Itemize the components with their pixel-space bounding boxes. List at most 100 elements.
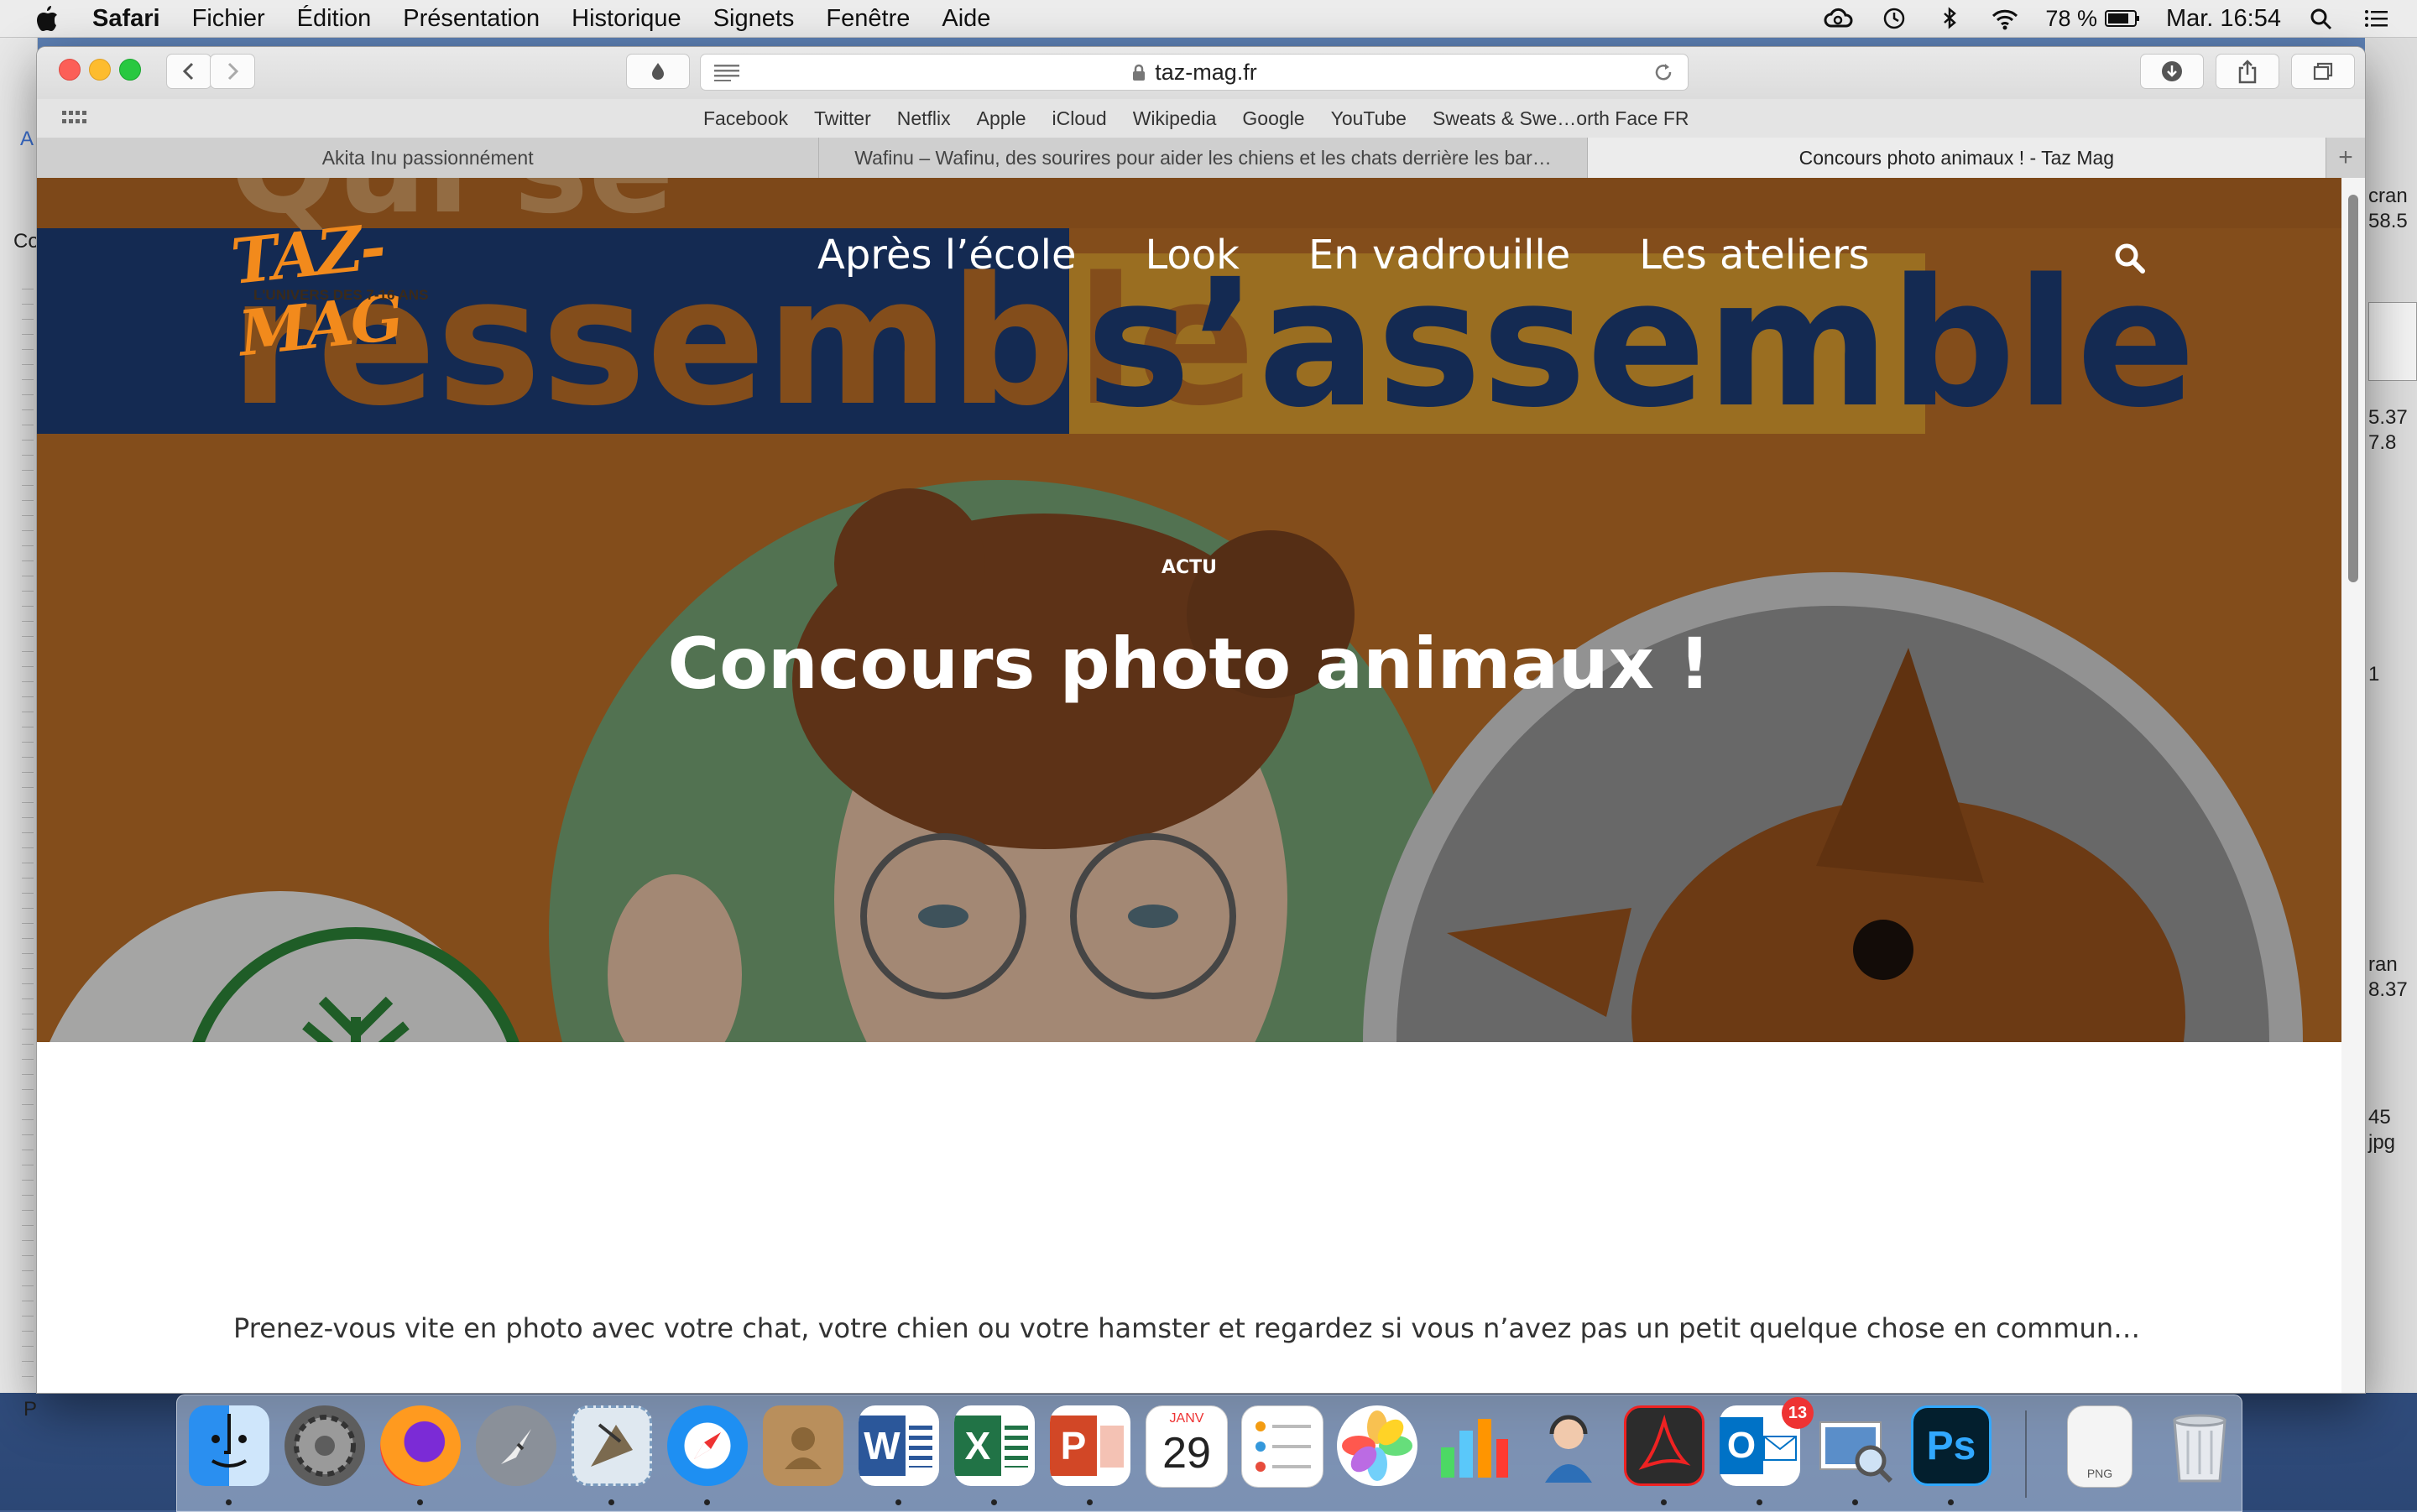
menu-edition[interactable]: Édition <box>297 5 372 33</box>
menubar-clock[interactable]: Mar. 16:54 <box>2166 5 2281 33</box>
bookmark-facebook[interactable]: Facebook <box>703 107 788 130</box>
reader-mode-icon[interactable] <box>714 63 739 81</box>
download-icon <box>2162 61 2182 81</box>
safari-icon[interactable] <box>667 1405 748 1486</box>
bookmark-youtube[interactable]: YouTube <box>1331 107 1407 130</box>
contacts-icon[interactable] <box>763 1405 843 1486</box>
ruler <box>22 289 34 1379</box>
finder-icon[interactable] <box>189 1405 269 1486</box>
search-icon[interactable] <box>2113 242 2147 275</box>
desktop-file-label[interactable]: 45 <box>2368 1106 2391 1129</box>
menu-presentation[interactable]: Présentation <box>403 5 540 33</box>
png-file-icon[interactable]: PNG <box>2067 1405 2132 1488</box>
bookmark-icloud[interactable]: iCloud <box>1052 107 1106 130</box>
desktop-file-label[interactable]: jpg <box>2368 1131 2395 1155</box>
battery-percent[interactable]: 78 % <box>2045 6 2097 32</box>
word-icon[interactable]: W <box>859 1405 939 1486</box>
chevron-right-icon <box>227 62 239 81</box>
apple-menu-icon[interactable] <box>35 5 59 32</box>
url-text[interactable]: taz-mag.fr <box>1155 60 1257 86</box>
tab-concours-photo[interactable]: Concours photo animaux ! - Taz Mag <box>1587 138 2327 178</box>
nav-apres-l-ecole[interactable]: Après l’école <box>817 232 1077 279</box>
bookmark-netflix[interactable]: Netflix <box>897 107 951 130</box>
nav-en-vadrouille[interactable]: En vadrouille <box>1308 232 1570 279</box>
photos-icon[interactable] <box>1337 1405 1417 1486</box>
show-tabs-button[interactable] <box>2291 54 2355 89</box>
slide-preview <box>1100 1426 1124 1468</box>
desktop-file-thumbnail[interactable] <box>2368 302 2417 381</box>
running-indicator <box>991 1499 997 1505</box>
close-window-button[interactable] <box>59 59 81 81</box>
downloads-button[interactable] <box>2140 54 2204 89</box>
bookmark-apple[interactable]: Apple <box>977 107 1026 130</box>
bookmark-google[interactable]: Google <box>1242 107 1304 130</box>
mail-icon[interactable] <box>572 1405 652 1486</box>
tab-akita-inu[interactable]: Akita Inu passionnément <box>37 138 820 178</box>
reload-icon[interactable] <box>1652 61 1674 83</box>
plus-icon: + <box>2338 143 2353 171</box>
forward-button[interactable] <box>210 54 255 89</box>
launchpad-icon[interactable] <box>476 1405 556 1486</box>
desktop-file-label[interactable]: 5.37 <box>2368 406 2408 430</box>
minimize-window-button[interactable] <box>89 59 111 81</box>
numbers-icon[interactable] <box>1433 1405 1513 1486</box>
bookmark-sweats-north-face[interactable]: Sweats & Swe…orth Face FR <box>1433 107 1689 130</box>
back-button[interactable] <box>166 54 211 89</box>
reminders-icon[interactable] <box>1241 1405 1323 1488</box>
time-machine-icon[interactable] <box>1879 6 1909 31</box>
taz-mag-logo[interactable]: TAZ-MAG L'UNIVERS DES 7-16 ANS <box>228 211 429 371</box>
dock: W X P JANV 29 O 13 Ps PNG <box>176 1395 2242 1512</box>
trash-icon[interactable] <box>2159 1405 2240 1486</box>
photoshop-icon[interactable]: Ps <box>1911 1405 1992 1486</box>
bluetooth-icon[interactable] <box>1934 6 1965 31</box>
nav-look[interactable]: Look <box>1146 232 1240 279</box>
excel-icon[interactable]: X <box>954 1405 1035 1486</box>
powerpoint-icon[interactable]: P <box>1050 1405 1130 1486</box>
notification-center-icon[interactable] <box>2362 6 2392 31</box>
bookmark-twitter[interactable]: Twitter <box>814 107 871 130</box>
scrollbar-thumb[interactable] <box>2348 195 2358 582</box>
menu-app-safari[interactable]: Safari <box>92 5 160 33</box>
new-tab-button[interactable]: + <box>2326 138 2365 178</box>
menu-signets[interactable]: Signets <box>713 5 795 33</box>
menu-aide[interactable]: Aide <box>942 5 990 33</box>
running-indicator <box>704 1499 710 1505</box>
document-lines <box>909 1426 932 1468</box>
drop-icon <box>652 63 664 80</box>
system-preferences-icon[interactable] <box>285 1405 365 1486</box>
desktop-file-label[interactable]: ran <box>2368 953 2398 977</box>
desktop-file-label[interactable]: 8.37 <box>2368 978 2408 1002</box>
tab-label: Wafinu – Wafinu, des sourires pour aider… <box>854 146 1552 169</box>
acrobat-icon[interactable] <box>1624 1405 1704 1486</box>
menu-fenetre[interactable]: Fenêtre <box>826 5 910 33</box>
background-document-window: A Co P <box>0 37 39 1421</box>
firefox-icon[interactable] <box>380 1405 461 1486</box>
support-agent-icon[interactable] <box>1528 1405 1609 1486</box>
address-bar[interactable]: taz-mag.fr <box>700 54 1689 91</box>
menu-fichier[interactable]: Fichier <box>192 5 265 33</box>
desktop-file-label[interactable]: 1 <box>2368 663 2379 686</box>
wifi-icon[interactable] <box>1990 6 2020 31</box>
outlook-letter: O <box>1720 1417 1763 1474</box>
bookmark-wikipedia[interactable]: Wikipedia <box>1133 107 1217 130</box>
tab-wafinu[interactable]: Wafinu – Wafinu, des sourires pour aider… <box>819 138 1588 178</box>
spotlight-icon[interactable] <box>2306 6 2336 31</box>
privacy-report-button[interactable] <box>626 54 690 89</box>
page-scrollbar[interactable] <box>2341 178 2365 1393</box>
desktop-file-label[interactable]: cran <box>2368 185 2408 208</box>
share-button[interactable] <box>2216 54 2279 89</box>
post-category[interactable]: ACTU <box>37 557 2341 578</box>
favorites-grid-icon[interactable] <box>62 111 87 128</box>
post-intro: Prenez-vous vite en photo avec votre cha… <box>233 1312 2141 1344</box>
menu-historique[interactable]: Historique <box>572 5 681 33</box>
desktop-file-label[interactable]: 58.5 <box>2368 210 2408 233</box>
battery-icon[interactable] <box>2104 6 2141 31</box>
fullscreen-window-button[interactable] <box>119 59 141 81</box>
preview-icon[interactable] <box>1815 1405 1896 1486</box>
calendar-icon[interactable]: JANV 29 <box>1146 1405 1228 1488</box>
tab-label: Concours photo animaux ! - Taz Mag <box>1798 146 2115 169</box>
desktop-file-label[interactable]: 7.8 <box>2368 431 2396 455</box>
nav-les-ateliers[interactable]: Les ateliers <box>1639 232 1869 279</box>
creative-cloud-icon[interactable] <box>1824 6 1854 31</box>
running-indicator <box>1948 1499 1954 1505</box>
